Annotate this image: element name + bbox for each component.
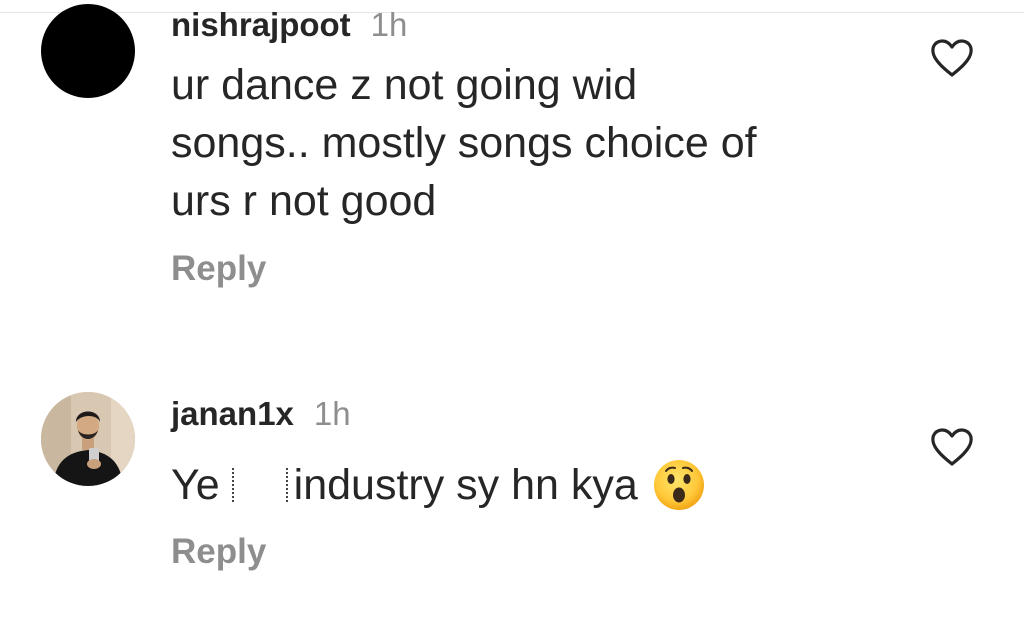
heart-outline-icon xyxy=(931,428,973,466)
comment-timestamp: 1h xyxy=(313,395,351,432)
redacted-text xyxy=(231,468,288,502)
avatar[interactable] xyxy=(41,4,135,98)
comment-timestamp: 1h xyxy=(370,6,408,43)
comment-item: nishrajpoot 1h ur dance z not going wid … xyxy=(0,0,1024,360)
comment-username[interactable]: janan1x xyxy=(171,395,294,433)
like-button[interactable] xyxy=(930,427,974,467)
comment-text: ur dance z not going wid songs.. mostly … xyxy=(171,61,757,225)
comment-text: Ye industry sy hn kya xyxy=(171,456,904,514)
comment-text-start: Ye xyxy=(171,461,220,509)
like-button[interactable] xyxy=(930,38,974,78)
profile-photo xyxy=(41,392,135,486)
comment-username[interactable]: nishrajpoot xyxy=(171,6,351,44)
comment-content: nishrajpoot 1h ur dance z not going wid … xyxy=(171,0,904,289)
comment-header: janan1x 1h xyxy=(171,390,904,438)
comment-item: janan1x 1h Ye industry sy hn kya Reply xyxy=(0,360,1024,642)
astonished-face-emoji xyxy=(652,458,706,512)
heart-outline-icon xyxy=(931,39,973,77)
comment-content: janan1x 1h Ye industry sy hn kya Reply xyxy=(171,390,904,572)
comment-text-end: industry sy hn kya xyxy=(293,461,638,509)
reply-button[interactable]: Reply xyxy=(171,249,266,289)
comment-header: nishrajpoot 1h xyxy=(171,1,904,49)
avatar[interactable] xyxy=(41,392,135,486)
reply-button[interactable]: Reply xyxy=(171,532,266,572)
